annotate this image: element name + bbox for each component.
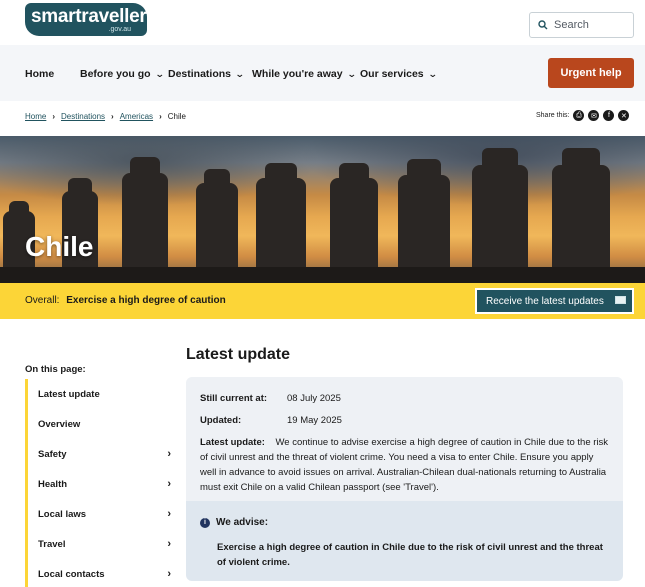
search-placeholder: Search xyxy=(554,19,589,31)
we-advise-heading: i We advise: xyxy=(200,517,268,528)
nav-before-you-go[interactable]: Before you go ⌄ xyxy=(80,68,165,80)
site-header: smartraveller .gov.au Search xyxy=(0,0,645,45)
toc-overview[interactable]: Overview xyxy=(28,409,171,439)
nav-before-you-go-label: Before you go xyxy=(80,68,151,80)
breadcrumb-home[interactable]: Home xyxy=(25,112,46,121)
latest-update-label: Latest update: xyxy=(200,437,265,448)
toc-label: Safety xyxy=(38,448,67,460)
toc-label: Local laws xyxy=(38,508,87,520)
nav-destinations[interactable]: Destinations ⌄ xyxy=(168,68,245,80)
on-this-page-heading: On this page: xyxy=(25,364,86,375)
nav-home[interactable]: Home xyxy=(25,68,54,80)
moai-statue xyxy=(398,159,450,273)
updated-row: Updated: 19 May 2025 xyxy=(200,413,342,428)
chevron-right-icon: › xyxy=(159,112,162,121)
print-icon[interactable]: ⎙ xyxy=(573,110,585,121)
on-this-page-nav: Latest update Overview Safety › Health › L… xyxy=(25,379,171,587)
subscribe-button[interactable]: Receive the latest updates xyxy=(475,288,634,314)
chevron-down-icon: ⌄ xyxy=(427,68,438,79)
updated-label: Updated: xyxy=(200,415,242,426)
share-label: Share this: xyxy=(536,112,570,119)
urgent-help-button[interactable]: Urgent help xyxy=(548,58,634,88)
toc-safety[interactable]: Safety › xyxy=(28,439,171,469)
nav-destinations-label: Destinations xyxy=(168,68,232,80)
chevron-right-icon: › xyxy=(167,568,171,580)
toc-label: Travel xyxy=(38,538,66,550)
moai-statue xyxy=(122,157,168,273)
nav-while-youre-away-label: While you're away xyxy=(252,68,343,80)
share-bar: Share this: ⎙ ✉ f ✕ xyxy=(536,110,630,121)
search-icon xyxy=(538,20,548,30)
info-icon: i xyxy=(200,517,210,528)
search-input[interactable]: Search xyxy=(529,12,634,38)
breadcrumb-current: Chile xyxy=(167,112,186,121)
advice-prefix: Overall: xyxy=(25,295,60,306)
toc-label: Local contacts xyxy=(38,568,105,580)
breadcrumb-bar: Home › Destinations › Americas › Chile S… xyxy=(0,101,645,136)
moai-statue xyxy=(472,147,528,273)
toc-local-contacts[interactable]: Local contacts › xyxy=(28,559,171,587)
chevron-right-icon: › xyxy=(167,508,171,520)
latest-update-row: Latest update: We continue to advise exe… xyxy=(200,435,612,495)
we-advise-label: We advise: xyxy=(216,517,269,528)
advice-level-text: Exercise a high degree of caution xyxy=(66,295,226,306)
nav-while-youre-away[interactable]: While you're away ⌄ xyxy=(252,68,357,80)
latest-update-card: Still current at: 08 July 2025 Updated: 19… xyxy=(186,377,623,501)
we-advise-text: Exercise a high degree of caution in Chi… xyxy=(217,542,603,568)
still-current-row: Still current at: 08 July 2025 xyxy=(200,391,341,406)
facebook-icon[interactable]: f xyxy=(603,110,615,121)
we-advise-panel: i We advise: Exercise a high degree of c… xyxy=(186,501,623,581)
advice-level-bar: Overall: Exercise a high degree of cauti… xyxy=(0,283,645,319)
chevron-right-icon: › xyxy=(52,112,56,121)
toc-local-laws[interactable]: Local laws › xyxy=(28,499,171,529)
chevron-right-icon: › xyxy=(167,478,171,490)
chevron-right-icon: › xyxy=(167,538,171,550)
chevron-down-icon: ⌄ xyxy=(154,68,165,79)
advice-level: Overall: Exercise a high degree of cauti… xyxy=(25,295,226,306)
chevron-right-icon: › xyxy=(111,112,114,121)
nav-our-services-label: Our services xyxy=(360,68,424,80)
still-current-value: 08 July 2025 xyxy=(287,393,341,404)
x-icon[interactable]: ✕ xyxy=(618,110,630,121)
moai-statue xyxy=(552,147,610,273)
nav-our-services[interactable]: Our services ⌄ xyxy=(360,68,438,80)
updated-value: 19 May 2025 xyxy=(287,415,342,426)
subscribe-label: Receive the latest updates xyxy=(486,295,604,307)
section-title: Latest update xyxy=(186,346,291,363)
logo-text: smartraveller xyxy=(31,6,147,27)
chevron-right-icon: › xyxy=(167,448,171,460)
logo-subtext: .gov.au xyxy=(108,26,131,33)
email-icon[interactable]: ✉ xyxy=(588,110,600,121)
envelope-icon xyxy=(615,296,626,304)
toc-health[interactable]: Health › xyxy=(28,469,171,499)
smartraveller-logo[interactable]: smartraveller .gov.au xyxy=(25,3,147,36)
toc-latest-update[interactable]: Latest update xyxy=(28,379,171,409)
main-navigation: Home Before you go ⌄ Destinations ⌄ While … xyxy=(0,45,645,101)
still-current-label: Still current at: xyxy=(200,393,268,404)
toc-travel[interactable]: Travel › xyxy=(28,529,171,559)
moai-statue xyxy=(196,168,238,273)
breadcrumb-destinations[interactable]: Destinations xyxy=(61,112,105,121)
moai-statue xyxy=(330,162,378,273)
toc-label: Overview xyxy=(38,418,81,430)
hero-banner: Chile xyxy=(0,136,645,283)
chevron-down-icon: ⌄ xyxy=(346,68,357,79)
breadcrumb: Home › Destinations › Americas › Chile xyxy=(25,112,186,121)
chevron-down-icon: ⌄ xyxy=(234,68,245,79)
hero-ground xyxy=(0,267,645,283)
nav-home-label: Home xyxy=(25,68,55,80)
breadcrumb-americas[interactable]: Americas xyxy=(120,112,153,121)
toc-label: Latest update xyxy=(38,388,100,400)
moai-statue xyxy=(256,162,306,273)
toc-label: Health xyxy=(38,478,68,490)
page-title: Chile xyxy=(25,231,94,262)
